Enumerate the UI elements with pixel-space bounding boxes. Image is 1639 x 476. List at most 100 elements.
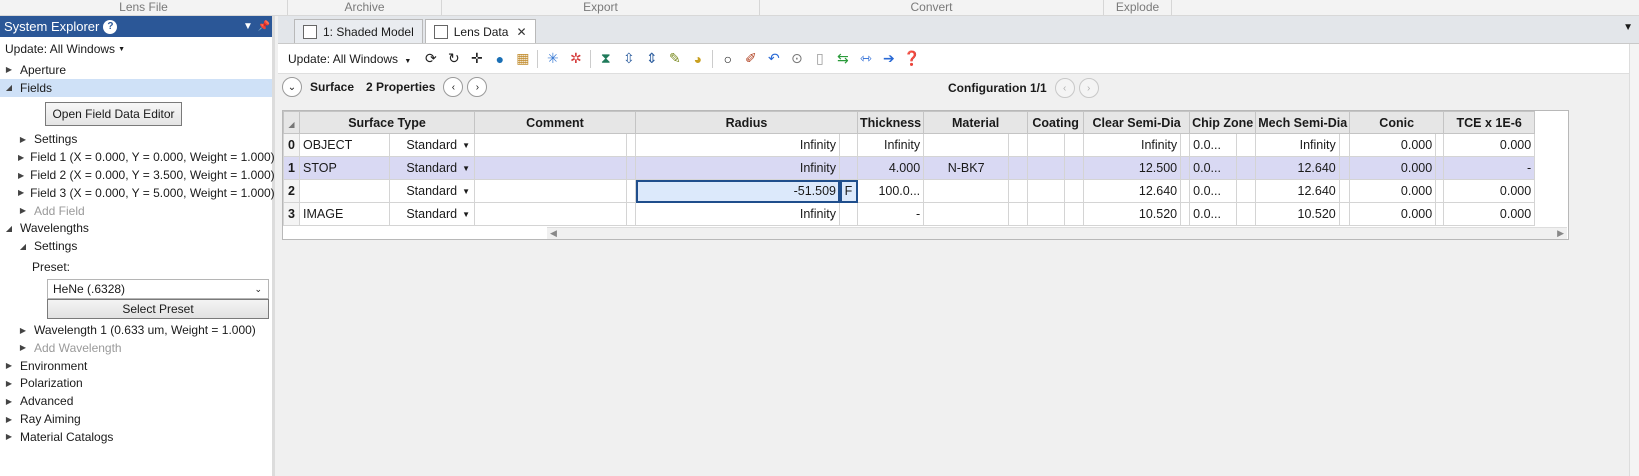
tree-item-field-settings[interactable]: ▶ Settings: [0, 131, 272, 149]
fold-icon[interactable]: ✎: [665, 49, 685, 69]
clear-semi-dia-cell[interactable]: 12.640: [1083, 179, 1182, 203]
material-cell[interactable]: [923, 133, 1010, 157]
expand-arrow-icon[interactable]: ▶: [18, 188, 24, 197]
tree-item-advanced[interactable]: ▶ Advanced: [0, 392, 272, 410]
solve-cell[interactable]: [626, 133, 636, 157]
collapse-arrow-icon[interactable]: ◢: [4, 83, 14, 92]
tree-item-wavelengths[interactable]: ◢ Wavelengths: [0, 220, 272, 238]
explorer-update-dropdown[interactable]: Update: All Windows ▼: [0, 37, 272, 61]
chip-zone-cell[interactable]: 0.0...: [1189, 156, 1237, 180]
help-icon[interactable]: ❓: [902, 49, 922, 69]
pin-icon[interactable]: 📌: [256, 21, 272, 32]
tce-cell[interactable]: 0.000: [1443, 179, 1536, 203]
solve-cell[interactable]: [626, 179, 636, 203]
surface-type-cell[interactable]: Standard ▼: [389, 202, 475, 226]
column-header-mech-semi-dia[interactable]: Mech Semi-Dia: [1255, 111, 1351, 134]
globe-icon[interactable]: ●: [490, 49, 510, 69]
mech-semi-dia-cell[interactable]: 10.520: [1255, 202, 1340, 226]
radius-cell[interactable]: Infinity: [635, 133, 840, 157]
expand-arrow-icon[interactable]: ▶: [18, 171, 24, 180]
vertical-scrollbar[interactable]: [1629, 44, 1639, 476]
solve-cell[interactable]: [1008, 179, 1029, 203]
scroll-left-icon[interactable]: ◀: [550, 228, 557, 239]
clear-semi-dia-cell[interactable]: 10.520: [1083, 202, 1182, 226]
table-row[interactable]: 1 STOP Standard ▼ Infinity 4.000 N-BK7 12.500 0.…: [283, 156, 1536, 180]
next-config-button[interactable]: ›: [1078, 78, 1099, 98]
solve-cell[interactable]: [1235, 179, 1257, 203]
horizontal-scrollbar[interactable]: ◀ ▶: [547, 227, 1567, 239]
comment-cell[interactable]: [474, 202, 627, 226]
conic-cell[interactable]: 0.000: [1349, 179, 1437, 203]
arrow-right-icon[interactable]: ➔: [879, 49, 899, 69]
tree-item-fields[interactable]: ◢ Fields: [0, 78, 272, 97]
thickness-cell[interactable]: Infinity: [856, 133, 925, 157]
toggle-icon[interactable]: ⊙: [787, 49, 807, 69]
split-icon[interactable]: ⇕: [642, 49, 662, 69]
column-header-tce[interactable]: TCE x 1E-6: [1443, 111, 1536, 134]
tree-item-field-1[interactable]: ▶ Field 1 (X = 0.000, Y = 0.000, Weight =…: [0, 148, 275, 166]
tree-item-material-catalogs[interactable]: ▶ Material Catalogs: [0, 428, 272, 446]
surface-name-cell[interactable]: IMAGE: [299, 202, 390, 226]
conic-cell[interactable]: 0.000: [1349, 156, 1437, 180]
solve-cell[interactable]: [1180, 133, 1191, 157]
column-header-comment[interactable]: Comment: [474, 111, 636, 134]
solve-cell[interactable]: [1435, 133, 1445, 157]
expand-arrow-icon[interactable]: ▶: [4, 379, 14, 388]
radius-cell[interactable]: -51.509: [635, 179, 840, 203]
reverse-icon[interactable]: ⇳: [619, 49, 639, 69]
column-header-clear-semi-dia[interactable]: Clear Semi-Dia: [1083, 111, 1191, 134]
expand-arrow-icon[interactable]: ▶: [18, 153, 24, 162]
close-icon[interactable]: ✕: [516, 25, 526, 39]
conic-cell[interactable]: 0.000: [1349, 133, 1437, 157]
expand-arrow-icon[interactable]: ▶: [4, 65, 14, 74]
lens-icon[interactable]: ⧗: [596, 49, 616, 69]
table-row[interactable]: 2 Standard ▼ -51.509 F 100.0... 12.640 0.0... 12…: [283, 179, 1536, 203]
solve-cell[interactable]: [1064, 156, 1085, 180]
clear-semi-dia-cell[interactable]: 12.500: [1083, 156, 1182, 180]
solve-cell[interactable]: [1235, 156, 1257, 180]
open-field-data-editor-button[interactable]: Open Field Data Editor: [45, 101, 182, 126]
row-number-cell[interactable]: 3: [283, 202, 300, 226]
surface-type-dropdown[interactable]: Standard ▼: [392, 161, 472, 175]
solve-cell[interactable]: [1180, 202, 1191, 226]
toolbar-update-dropdown[interactable]: Update: All Windows ▼: [288, 52, 411, 66]
collapse-arrow-icon[interactable]: ◢: [4, 224, 14, 233]
column-header-material[interactable]: Material: [923, 111, 1029, 134]
tce-cell[interactable]: -: [1443, 156, 1536, 180]
select-preset-button[interactable]: Select Preset: [47, 299, 269, 320]
compress-icon[interactable]: ⇿: [856, 49, 876, 69]
swap-icon[interactable]: ⇆: [833, 49, 853, 69]
radius-solve-cell[interactable]: [839, 202, 858, 226]
column-header-conic[interactable]: Conic: [1349, 111, 1445, 134]
solve-cell[interactable]: [626, 156, 636, 180]
tree-item-field-3[interactable]: ▶ Field 3 (X = 0.000, Y = 5.000, Weight =…: [0, 184, 275, 202]
wavelength-preset-select[interactable]: HeNe (.6328) ⌄: [47, 279, 269, 300]
previous-surface-button[interactable]: ‹: [443, 77, 464, 97]
tce-cell[interactable]: 0.000: [1443, 133, 1536, 157]
tab-lens-data[interactable]: Lens Data ✕: [424, 19, 536, 43]
comment-cell[interactable]: [474, 156, 627, 180]
solve-cell[interactable]: [1338, 202, 1351, 226]
row-number-cell[interactable]: 1: [283, 156, 300, 180]
row-number-cell[interactable]: 0: [283, 133, 300, 157]
map-icon[interactable]: ▦: [513, 49, 533, 69]
aperture-circle-icon[interactable]: ○: [718, 49, 738, 69]
table-row[interactable]: 3 IMAGE Standard ▼ Infinity - 10.520 0.0... 10.5…: [283, 202, 1536, 226]
coating-cell[interactable]: [1027, 179, 1066, 203]
column-header-coating[interactable]: Coating: [1027, 111, 1085, 134]
expand-arrow-icon[interactable]: ▶: [4, 415, 14, 424]
comment-cell[interactable]: [474, 133, 627, 157]
tree-item-environment[interactable]: ▶ Environment: [0, 357, 272, 375]
solve-cell[interactable]: [1338, 179, 1351, 203]
expand-properties-button[interactable]: ⌄: [282, 77, 302, 97]
help-icon[interactable]: ?: [103, 19, 118, 34]
chip-zone-cell[interactable]: 0.0...: [1189, 133, 1237, 157]
column-header-chip-zone[interactable]: Chip Zone: [1189, 111, 1257, 134]
mech-semi-dia-cell[interactable]: 12.640: [1255, 156, 1340, 180]
tree-item-wavelength-1[interactable]: ▶ Wavelength 1 (0.633 um, Weight = 1.000): [0, 321, 272, 339]
tce-cell[interactable]: 0.000: [1443, 202, 1536, 226]
coating-cell[interactable]: [1027, 133, 1066, 157]
tree-item-aperture[interactable]: ▶ Aperture: [0, 61, 272, 79]
delete-surface-icon[interactable]: ✲: [566, 49, 586, 69]
update-all-icon[interactable]: ↻: [444, 49, 464, 69]
